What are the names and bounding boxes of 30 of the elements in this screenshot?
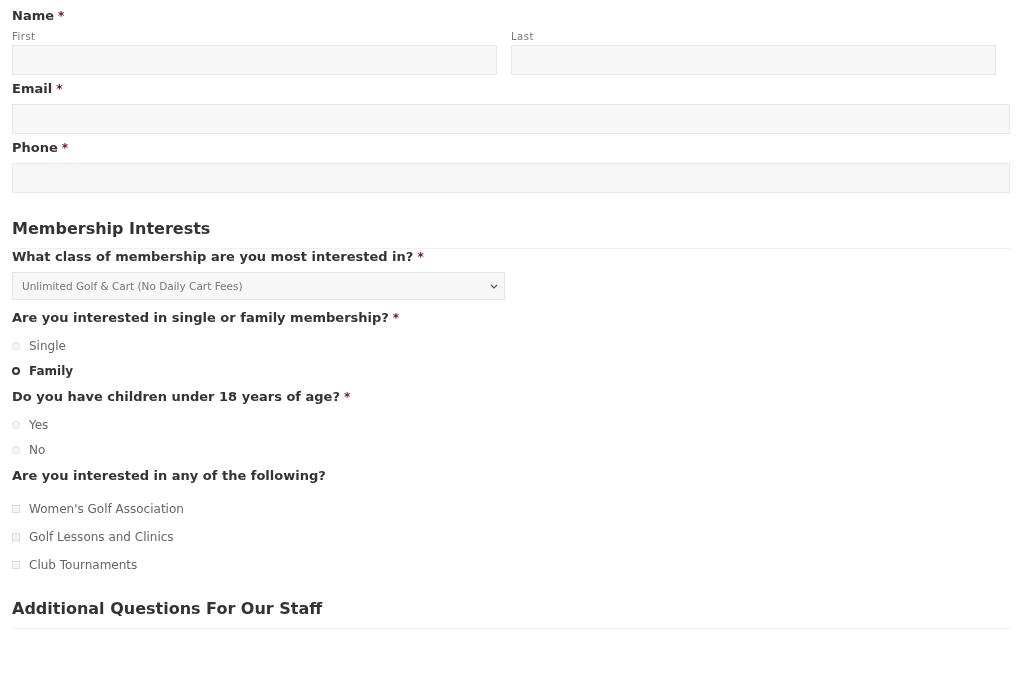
checkbox[interactable] — [12, 561, 20, 569]
option-label: Club Tournaments — [29, 558, 138, 572]
option-label: Family — [29, 363, 74, 378]
field-label: What class of membership are you most interested in? — [12, 249, 414, 264]
radio-button[interactable] — [12, 366, 20, 375]
dropdown-field[interactable]: Unlimited Golf & Cart (No Daily Cart Fees) — [12, 272, 505, 300]
checkbox[interactable] — [12, 505, 20, 513]
field-label: Phone — [12, 140, 58, 155]
sublabel: First — [12, 31, 37, 42]
caret-icon — [490, 283, 498, 289]
option-label: Single — [29, 338, 66, 353]
field-label: Name — [12, 8, 54, 23]
field-label: Are you interested in any of the following? — [12, 468, 326, 483]
option-label: Golf Lessons and Clinics — [29, 530, 174, 544]
section-heading: Additional Questions For Our Staff — [12, 599, 1010, 629]
section-heading: Membership Interests — [12, 219, 1010, 249]
checkbox[interactable] — [12, 533, 20, 541]
required-mark: * — [343, 390, 351, 404]
required-mark: * — [61, 141, 69, 155]
required-mark: * — [56, 82, 63, 96]
field-label: Are you interested in single or family membership? — [12, 310, 389, 325]
required-mark: * — [417, 250, 424, 264]
option-label: Yes — [29, 417, 49, 432]
field-label: Email — [12, 81, 53, 96]
required-mark: * — [392, 311, 400, 325]
required-mark: * — [58, 9, 65, 23]
option-label: Women's Golf Association — [29, 502, 184, 516]
option-label: No — [29, 442, 46, 457]
sublabel: Last — [511, 31, 535, 42]
field-label: Do you have children under 18 years of age? — [12, 389, 340, 404]
